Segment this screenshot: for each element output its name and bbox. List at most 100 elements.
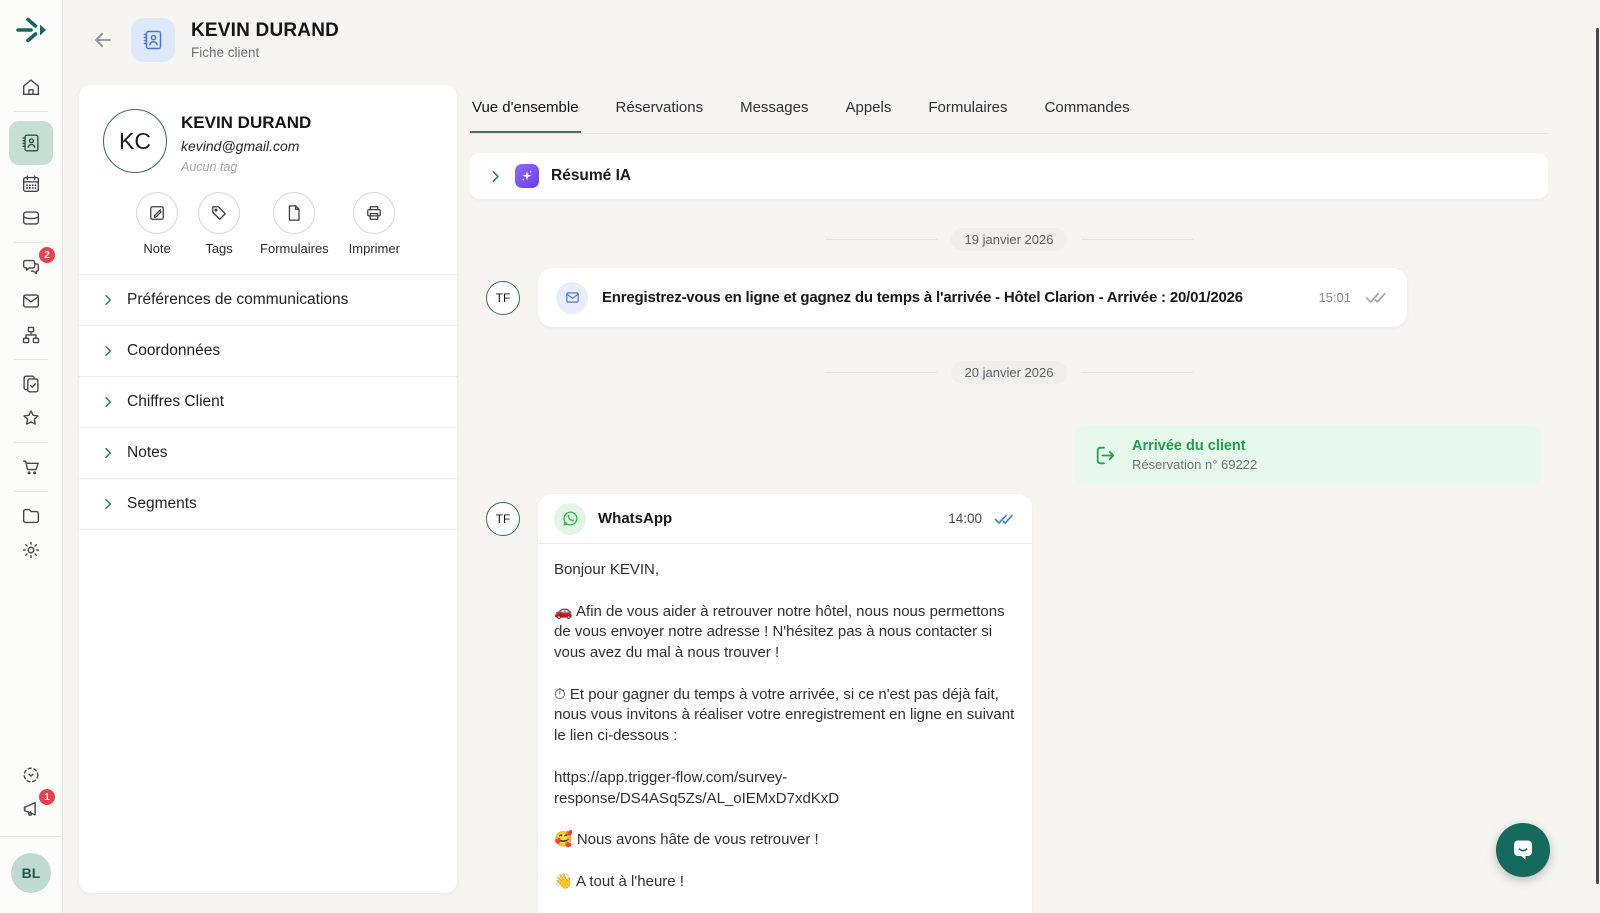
tab-orders[interactable]: Commandes	[1043, 95, 1132, 133]
divider	[14, 359, 48, 360]
message-paragraph: 👋 A tout à l'heure !	[554, 872, 1016, 893]
sidebar-item-org-chart[interactable]	[9, 318, 53, 352]
campaigns-badge: 1	[39, 789, 55, 805]
note-icon	[147, 203, 167, 223]
chat-bubble-icon	[1509, 836, 1537, 864]
message-link[interactable]: https://app.trigger-flow.com/survey-resp…	[554, 768, 1016, 809]
sidebar-item-target[interactable]	[9, 758, 53, 792]
section-communication-preferences[interactable]: Préférences de communications	[79, 275, 457, 326]
envelope-icon	[556, 282, 588, 314]
client-actions: Note Tags Formulaires Imprimer	[79, 192, 457, 274]
divider	[14, 442, 48, 443]
arrival-event-card[interactable]: Arrivée du client Réservation n° 69222	[1075, 426, 1541, 484]
sidebar-nav: 2	[9, 70, 53, 567]
sidebar-item-home[interactable]	[9, 70, 53, 104]
forms-button[interactable]: Formulaires	[260, 192, 329, 256]
email-subject: Enregistrez-vous en ligne et gagnez du t…	[602, 289, 1304, 306]
megaphone-icon	[20, 798, 42, 820]
chat-widget-button[interactable]	[1496, 823, 1550, 877]
section-client-figures[interactable]: Chiffres Client	[79, 377, 457, 428]
contact-card-icon	[131, 18, 175, 62]
sidebar-item-files[interactable]	[9, 499, 53, 533]
whatsapp-message-card[interactable]: WhatsApp 14:00 Bonjour KEVIN, 🚗 Afin de …	[538, 494, 1032, 913]
divider	[14, 111, 48, 112]
sidebar-item-chats[interactable]: 2	[9, 250, 53, 284]
message-paragraph: 🥰 Nous avons hâte de vous retrouver !	[554, 830, 1016, 851]
ai-summary-card[interactable]: Résumé IA	[470, 153, 1548, 199]
date-separator: 19 janvier 2026	[470, 227, 1548, 251]
tab-calls[interactable]: Appels	[843, 95, 893, 133]
whatsapp-message-row: TF WhatsApp 14:00 Bonjour KEVIN, 🚗 Afin …	[470, 494, 1548, 913]
sidebar-user[interactable]: BL	[0, 836, 63, 913]
client-avatar: KC	[103, 109, 167, 173]
print-button[interactable]: Imprimer	[349, 192, 400, 256]
sidebar-item-tasks[interactable]	[9, 367, 53, 401]
sidebar-item-orders[interactable]	[9, 450, 53, 484]
client-name: KEVIN DURAND	[181, 113, 311, 133]
email-message-card[interactable]: Enregistrez-vous en ligne et gagnez du t…	[538, 268, 1407, 327]
cart-icon	[20, 456, 42, 478]
client-sections: Préférences de communications Coordonnée…	[79, 274, 457, 530]
chevron-right-icon	[101, 344, 115, 358]
target-icon	[20, 764, 42, 786]
sidebar-item-settings[interactable]	[9, 533, 53, 567]
page-scrollbar[interactable]	[1596, 28, 1599, 884]
date-label: 19 janvier 2026	[951, 228, 1068, 251]
arrival-title: Arrivée du client	[1132, 438, 1257, 454]
channel-name: WhatsApp	[598, 510, 936, 527]
divider	[14, 242, 48, 243]
sender-avatar: TF	[486, 281, 520, 315]
tab-forms[interactable]: Formulaires	[926, 95, 1009, 133]
inbox-icon	[20, 207, 42, 229]
chevron-right-icon	[101, 497, 115, 511]
divider	[14, 491, 48, 492]
tab-reservations[interactable]: Réservations	[614, 95, 706, 133]
settings-icon	[20, 539, 42, 561]
message-paragraph: 🚗 Afin de vous aider à retrouver notre h…	[554, 602, 1016, 664]
tab-bar: Vue d'ensemble Réservations Messages App…	[470, 95, 1548, 134]
tags-button[interactable]: Tags	[198, 192, 240, 256]
date-separator: 20 janvier 2026	[470, 360, 1548, 384]
calendar-icon	[20, 173, 42, 195]
double-check-icon	[1365, 291, 1389, 304]
arrival-reservation: Réservation n° 69222	[1132, 457, 1257, 472]
message-paragraph: Bonjour KEVIN,	[554, 560, 1016, 581]
sidebar-item-calendar[interactable]	[9, 167, 53, 201]
tab-overview[interactable]: Vue d'ensemble	[470, 95, 581, 133]
sidebar-item-campaigns[interactable]: 1	[9, 792, 53, 826]
sidebar-item-favorites[interactable]	[9, 401, 53, 435]
double-check-icon	[994, 513, 1016, 525]
chevron-right-icon	[101, 293, 115, 307]
ai-sparkle-icon	[515, 164, 539, 188]
email-message-row: TF Enregistrez-vous en ligne et gagnez d…	[470, 268, 1548, 327]
sidebar-rail: 2	[0, 0, 63, 913]
org-chart-icon	[20, 324, 42, 346]
back-arrow-icon[interactable]	[91, 28, 115, 52]
sender-avatar: TF	[486, 502, 520, 536]
star-icon	[20, 407, 42, 429]
sidebar-item-mail[interactable]	[9, 284, 53, 318]
client-tag: Aucun tag	[181, 160, 311, 174]
whatsapp-message-body: Bonjour KEVIN, 🚗 Afin de vous aider à re…	[538, 544, 1032, 913]
chevron-right-icon	[488, 169, 503, 184]
user-avatar[interactable]: BL	[11, 853, 51, 893]
main-content: Vue d'ensemble Réservations Messages App…	[470, 95, 1548, 913]
sidebar-item-contacts[interactable]	[9, 121, 53, 165]
note-button[interactable]: Note	[136, 192, 178, 256]
top-header: KEVIN DURAND Fiche client	[63, 0, 1600, 80]
section-coordinates[interactable]: Coordonnées	[79, 326, 457, 377]
check-in-icon	[1093, 443, 1118, 468]
message-paragraph: ⏱ Et pour gagner du temps à votre arrivé…	[554, 685, 1016, 747]
tasks-icon	[20, 373, 42, 395]
chevron-right-icon	[101, 446, 115, 460]
home-icon	[20, 76, 42, 98]
section-segments[interactable]: Segments	[79, 479, 457, 530]
sidebar-item-inbox[interactable]	[9, 201, 53, 235]
whatsapp-time: 14:00	[948, 511, 982, 526]
form-icon	[284, 203, 304, 223]
ai-summary-label: Résumé IA	[551, 167, 631, 185]
section-notes[interactable]: Notes	[79, 428, 457, 479]
page-title: KEVIN DURAND	[191, 20, 339, 42]
tab-messages[interactable]: Messages	[738, 95, 810, 133]
page-subtitle: Fiche client	[191, 45, 339, 60]
